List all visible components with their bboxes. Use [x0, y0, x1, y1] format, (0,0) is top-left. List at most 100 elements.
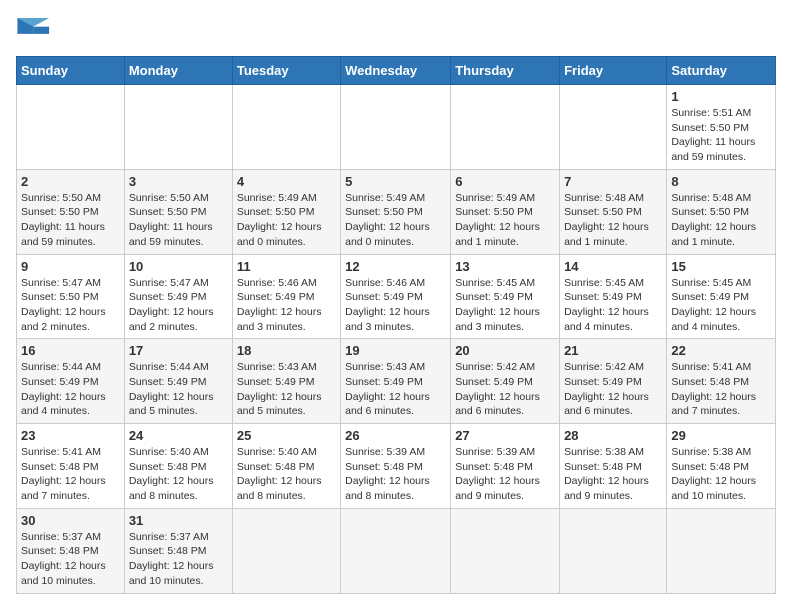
day-number: 2 — [21, 174, 120, 189]
day-info: Sunrise: 5:49 AM Sunset: 5:50 PM Dayligh… — [237, 191, 336, 250]
day-cell: 19 Sunrise: 5:43 AM Sunset: 5:49 PM Dayli… — [341, 339, 451, 424]
day-number: 11 — [237, 259, 336, 274]
day-cell: 26Sunrise: 5:39 AM Sunset: 5:48 PM Dayli… — [341, 424, 451, 509]
day-cell: 20Sunrise: 5:42 AM Sunset: 5:49 PM Dayli… — [451, 339, 560, 424]
day-number: 4 — [237, 174, 336, 189]
day-number: 1 — [671, 89, 771, 104]
day-info: Sunrise: 5:38 AM Sunset: 5:48 PM Dayligh… — [671, 445, 771, 504]
day-info: Sunrise: 5:42 AM Sunset: 5:49 PM Dayligh… — [455, 360, 555, 419]
day-info: Sunrise: 5:43 AM Sunset: 5:49 PM Dayligh… — [345, 360, 446, 419]
day-cell: 11 Sunrise: 5:46 AM Sunset: 5:49 PM Dayli… — [232, 254, 340, 339]
day-info: Sunrise: 5:49 AM Sunset: 5:50 PM Dayligh… — [345, 191, 446, 250]
day-cell: 24Sunrise: 5:40 AM Sunset: 5:48 PM Dayli… — [124, 424, 232, 509]
day-number: 22 — [671, 343, 771, 358]
day-cell — [667, 508, 776, 593]
day-info: Sunrise: 5:50 AM Sunset: 5:50 PM Dayligh… — [129, 191, 228, 250]
day-number: 21 — [564, 343, 662, 358]
day-info: Sunrise: 5:43 AM Sunset: 5:49 PM Dayligh… — [237, 360, 336, 419]
week-row-0: 1 Sunrise: 5:51 AM Sunset: 5:50 PM Daylig… — [17, 85, 776, 170]
day-cell — [232, 508, 340, 593]
week-row-1: 2 Sunrise: 5:50 AM Sunset: 5:50 PM Daylig… — [17, 169, 776, 254]
day-number: 16 — [21, 343, 120, 358]
day-number: 27 — [455, 428, 555, 443]
day-info: Sunrise: 5:39 AM Sunset: 5:48 PM Dayligh… — [455, 445, 555, 504]
day-cell: 1 Sunrise: 5:51 AM Sunset: 5:50 PM Daylig… — [667, 85, 776, 170]
day-number: 3 — [129, 174, 228, 189]
day-number: 23 — [21, 428, 120, 443]
day-cell — [451, 85, 560, 170]
day-info: Sunrise: 5:40 AM Sunset: 5:48 PM Dayligh… — [237, 445, 336, 504]
day-cell: 14 Sunrise: 5:45 AM Sunset: 5:49 PM Dayli… — [560, 254, 667, 339]
day-number: 31 — [129, 513, 228, 528]
day-number: 5 — [345, 174, 446, 189]
day-info: Sunrise: 5:38 AM Sunset: 5:48 PM Dayligh… — [564, 445, 662, 504]
day-info: Sunrise: 5:41 AM Sunset: 5:48 PM Dayligh… — [671, 360, 771, 419]
weekday-header-saturday: Saturday — [667, 57, 776, 85]
day-info: Sunrise: 5:46 AM Sunset: 5:49 PM Dayligh… — [237, 276, 336, 335]
day-info: Sunrise: 5:47 AM Sunset: 5:49 PM Dayligh… — [129, 276, 228, 335]
day-cell: 16Sunrise: 5:44 AM Sunset: 5:49 PM Dayli… — [17, 339, 125, 424]
logo — [16, 16, 58, 46]
day-cell: 25 Sunrise: 5:40 AM Sunset: 5:48 PM Dayli… — [232, 424, 340, 509]
day-number: 17 — [129, 343, 228, 358]
weekday-header-sunday: Sunday — [17, 57, 125, 85]
day-cell — [341, 85, 451, 170]
day-info: Sunrise: 5:46 AM Sunset: 5:49 PM Dayligh… — [345, 276, 446, 335]
day-number: 13 — [455, 259, 555, 274]
calendar: SundayMondayTuesdayWednesdayThursdayFrid… — [16, 56, 776, 594]
day-info: Sunrise: 5:39 AM Sunset: 5:48 PM Dayligh… — [345, 445, 446, 504]
day-info: Sunrise: 5:48 AM Sunset: 5:50 PM Dayligh… — [671, 191, 771, 250]
day-info: Sunrise: 5:37 AM Sunset: 5:48 PM Dayligh… — [21, 530, 120, 589]
day-cell — [232, 85, 340, 170]
day-cell: 27 Sunrise: 5:39 AM Sunset: 5:48 PM Dayli… — [451, 424, 560, 509]
week-row-3: 16 Sunrise: 5:44 AM Sunset: 5:49 PM Dayli… — [17, 339, 776, 424]
day-number: 8 — [671, 174, 771, 189]
day-number: 28 — [564, 428, 662, 443]
weekday-header-row: SundayMondayTuesdayWednesdayThursdayFrid… — [17, 57, 776, 85]
day-cell: 30 Sunrise: 5:37 AM Sunset: 5:48 PM Dayli… — [17, 508, 125, 593]
day-number: 12 — [345, 259, 446, 274]
header — [16, 16, 776, 46]
day-cell: 6Sunrise: 5:49 AM Sunset: 5:50 PM Daylig… — [451, 169, 560, 254]
day-cell — [451, 508, 560, 593]
day-cell: 10Sunrise: 5:47 AM Sunset: 5:49 PM Dayli… — [124, 254, 232, 339]
day-cell — [341, 508, 451, 593]
day-cell: 23 Sunrise: 5:41 AM Sunset: 5:48 PM Dayli… — [17, 424, 125, 509]
day-number: 7 — [564, 174, 662, 189]
day-info: Sunrise: 5:51 AM Sunset: 5:50 PM Dayligh… — [671, 106, 771, 165]
day-cell: 7 Sunrise: 5:48 AM Sunset: 5:50 PM Daylig… — [560, 169, 667, 254]
day-cell: 21 Sunrise: 5:42 AM Sunset: 5:49 PM Dayli… — [560, 339, 667, 424]
day-cell — [560, 508, 667, 593]
day-info: Sunrise: 5:41 AM Sunset: 5:48 PM Dayligh… — [21, 445, 120, 504]
day-cell — [17, 85, 125, 170]
day-cell: 4 Sunrise: 5:49 AM Sunset: 5:50 PM Daylig… — [232, 169, 340, 254]
day-info: Sunrise: 5:45 AM Sunset: 5:49 PM Dayligh… — [671, 276, 771, 335]
day-cell: 9Sunrise: 5:47 AM Sunset: 5:50 PM Daylig… — [17, 254, 125, 339]
day-number: 14 — [564, 259, 662, 274]
day-info: Sunrise: 5:48 AM Sunset: 5:50 PM Dayligh… — [564, 191, 662, 250]
generalblue-logo-icon — [16, 16, 52, 46]
day-info: Sunrise: 5:44 AM Sunset: 5:49 PM Dayligh… — [129, 360, 228, 419]
day-number: 29 — [671, 428, 771, 443]
day-cell: 13 Sunrise: 5:45 AM Sunset: 5:49 PM Dayli… — [451, 254, 560, 339]
day-number: 25 — [237, 428, 336, 443]
weekday-header-thursday: Thursday — [451, 57, 560, 85]
day-info: Sunrise: 5:37 AM Sunset: 5:48 PM Dayligh… — [129, 530, 228, 589]
day-info: Sunrise: 5:50 AM Sunset: 5:50 PM Dayligh… — [21, 191, 120, 250]
day-cell: 29 Sunrise: 5:38 AM Sunset: 5:48 PM Dayli… — [667, 424, 776, 509]
day-cell — [124, 85, 232, 170]
day-cell: 3 Sunrise: 5:50 AM Sunset: 5:50 PM Daylig… — [124, 169, 232, 254]
day-number: 30 — [21, 513, 120, 528]
day-number: 6 — [455, 174, 555, 189]
day-cell: 8 Sunrise: 5:48 AM Sunset: 5:50 PM Daylig… — [667, 169, 776, 254]
day-info: Sunrise: 5:40 AM Sunset: 5:48 PM Dayligh… — [129, 445, 228, 504]
day-info: Sunrise: 5:45 AM Sunset: 5:49 PM Dayligh… — [455, 276, 555, 335]
day-info: Sunrise: 5:42 AM Sunset: 5:49 PM Dayligh… — [564, 360, 662, 419]
day-cell: 17 Sunrise: 5:44 AM Sunset: 5:49 PM Dayli… — [124, 339, 232, 424]
weekday-header-wednesday: Wednesday — [341, 57, 451, 85]
day-info: Sunrise: 5:45 AM Sunset: 5:49 PM Dayligh… — [564, 276, 662, 335]
day-cell: 2 Sunrise: 5:50 AM Sunset: 5:50 PM Daylig… — [17, 169, 125, 254]
day-cell: 22 Sunrise: 5:41 AM Sunset: 5:48 PM Dayli… — [667, 339, 776, 424]
day-number: 18 — [237, 343, 336, 358]
day-number: 19 — [345, 343, 446, 358]
